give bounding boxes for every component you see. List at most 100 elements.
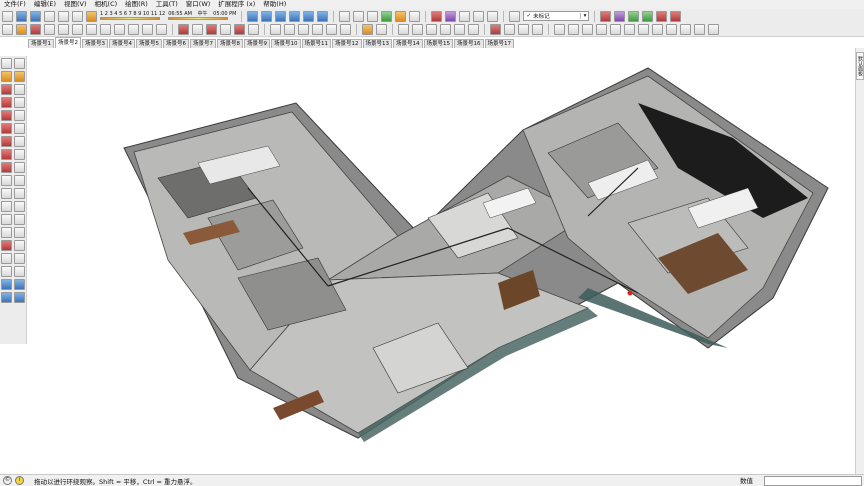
tab-scene-4[interactable]: 场景号4 <box>109 39 135 48</box>
top-view-icon[interactable] <box>261 10 273 22</box>
scale-tool-icon[interactable] <box>234 24 245 35</box>
layout-icon[interactable] <box>487 10 499 22</box>
menu-file[interactable]: 文件(F) <box>0 0 30 9</box>
rotate-tool-icon[interactable] <box>206 24 217 35</box>
extend-curve-icon[interactable] <box>708 24 719 35</box>
dimension-tool-icon[interactable] <box>14 175 25 186</box>
shadow-toggle-icon[interactable] <box>86 10 97 22</box>
zoom-tool-icon[interactable] <box>1 227 12 238</box>
cubic-bezier-icon[interactable] <box>624 24 635 35</box>
previous-view-icon[interactable] <box>14 240 25 251</box>
xray-style-icon[interactable] <box>339 10 351 22</box>
rotated-rectangle-icon[interactable] <box>14 97 25 108</box>
tab-scene-16[interactable]: 场景号16 <box>454 39 484 48</box>
zoom-extents-icon[interactable] <box>1 240 12 251</box>
rectangle-tool-icon[interactable] <box>58 24 69 35</box>
arc-tool-icon[interactable] <box>114 24 125 35</box>
segment-curve-icon[interactable] <box>680 24 691 35</box>
zoom-window-icon[interactable] <box>14 227 25 238</box>
rotated-rectangle-icon[interactable] <box>72 24 83 35</box>
zoom-tool-icon[interactable] <box>426 24 437 35</box>
info-icon[interactable]: i <box>15 476 24 485</box>
tab-scene-7[interactable]: 场景号7 <box>190 39 216 48</box>
section-plane-icon[interactable] <box>14 266 25 277</box>
tag-icon[interactable] <box>509 10 521 22</box>
tab-scene-14[interactable]: 场景号14 <box>393 39 423 48</box>
rectangle-tool-icon[interactable] <box>1 97 12 108</box>
warehouse-icon[interactable] <box>431 10 443 22</box>
offset-tool-icon[interactable] <box>248 24 259 35</box>
menu-draw[interactable]: 绘图(R) <box>121 0 152 9</box>
extension-warehouse-icon[interactable] <box>445 10 457 22</box>
orbit-tool-icon[interactable] <box>1 214 12 225</box>
previous-view-icon[interactable] <box>468 24 479 35</box>
menu-tools[interactable]: 工具(T) <box>152 0 182 9</box>
catmull-curve-icon[interactable] <box>610 24 621 35</box>
undo-icon[interactable] <box>58 10 69 22</box>
warehouse-icon[interactable] <box>1 279 12 290</box>
tab-scene-13[interactable]: 场景号13 <box>362 39 392 48</box>
freehand-icon[interactable] <box>44 24 55 35</box>
scale-tool-icon[interactable] <box>1 162 12 173</box>
sandbox-icon[interactable] <box>600 10 612 22</box>
menu-view[interactable]: 视图(V) <box>60 0 91 9</box>
menu-edit[interactable]: 编辑(E) <box>30 0 60 9</box>
fspline-icon[interactable] <box>638 24 649 35</box>
eraser-icon[interactable] <box>16 24 27 35</box>
component-icon[interactable] <box>459 10 471 22</box>
solid-trim-icon[interactable] <box>656 10 668 22</box>
monochrome-style-icon[interactable] <box>409 10 421 22</box>
solid-split-icon[interactable] <box>670 10 682 22</box>
tab-scene-12[interactable]: 场景号12 <box>332 39 362 48</box>
right-view-icon[interactable] <box>289 10 301 22</box>
georeference-icon[interactable]: © <box>3 476 12 485</box>
pie-tool-icon[interactable] <box>14 123 25 134</box>
save-icon[interactable] <box>30 10 41 22</box>
tab-scene-2[interactable]: 场景号2 <box>55 37 81 48</box>
iso-view-icon[interactable] <box>247 10 259 22</box>
eraser-icon[interactable] <box>14 71 25 82</box>
push-pull-icon[interactable] <box>192 24 203 35</box>
shadow-date-slider[interactable] <box>100 17 160 20</box>
spline-curve-icon[interactable] <box>582 24 593 35</box>
new-file-icon[interactable] <box>2 10 13 22</box>
tape-measure-icon[interactable] <box>1 175 12 186</box>
measurements-input[interactable] <box>764 476 862 486</box>
pie-tool-icon[interactable] <box>156 24 167 35</box>
share-model-icon[interactable] <box>473 10 485 22</box>
menu-camera[interactable]: 相机(C) <box>91 0 122 9</box>
select-tool-icon[interactable] <box>2 24 13 35</box>
tab-scene-9[interactable]: 场景号9 <box>244 39 270 48</box>
look-around-icon[interactable] <box>1 266 12 277</box>
axes-tool-icon[interactable] <box>326 24 337 35</box>
tag-select[interactable]: ✓ 未标记 ▾ <box>523 11 590 21</box>
edit-curve-icon[interactable] <box>694 24 705 35</box>
tab-scene-11[interactable]: 场景号11 <box>301 39 331 48</box>
front-view-icon[interactable] <box>275 10 287 22</box>
zoom-extents-icon[interactable] <box>454 24 465 35</box>
hidden-line-style-icon[interactable] <box>367 10 379 22</box>
extension-warehouse-icon[interactable] <box>14 279 25 290</box>
follow-me-icon[interactable] <box>14 149 25 160</box>
walk-tool-icon[interactable] <box>14 253 25 264</box>
section-plane-icon[interactable] <box>490 24 501 35</box>
text-tool-icon[interactable] <box>14 188 25 199</box>
line-tool-icon[interactable] <box>1 84 12 95</box>
polygon-tool-icon[interactable] <box>100 24 111 35</box>
solid-intersect-icon[interactable] <box>642 10 654 22</box>
left-view-icon[interactable] <box>317 10 329 22</box>
tab-scene-15[interactable]: 场景号15 <box>423 39 453 48</box>
rotate-tool-icon[interactable] <box>1 149 12 160</box>
move-tool-icon[interactable] <box>178 24 189 35</box>
redo-icon[interactable] <box>72 10 83 22</box>
home-view-icon[interactable] <box>44 10 55 22</box>
line-tool-icon[interactable] <box>30 24 41 35</box>
pan-tool-icon[interactable] <box>14 214 25 225</box>
move-tool-icon[interactable] <box>1 136 12 147</box>
tab-scene-3[interactable]: 场景号3 <box>82 39 108 48</box>
make-component-icon[interactable] <box>14 58 25 69</box>
3d-text-icon[interactable] <box>340 24 351 35</box>
protractor-icon[interactable] <box>298 24 309 35</box>
divider-curve-icon[interactable] <box>666 24 677 35</box>
push-pull-icon[interactable] <box>14 136 25 147</box>
